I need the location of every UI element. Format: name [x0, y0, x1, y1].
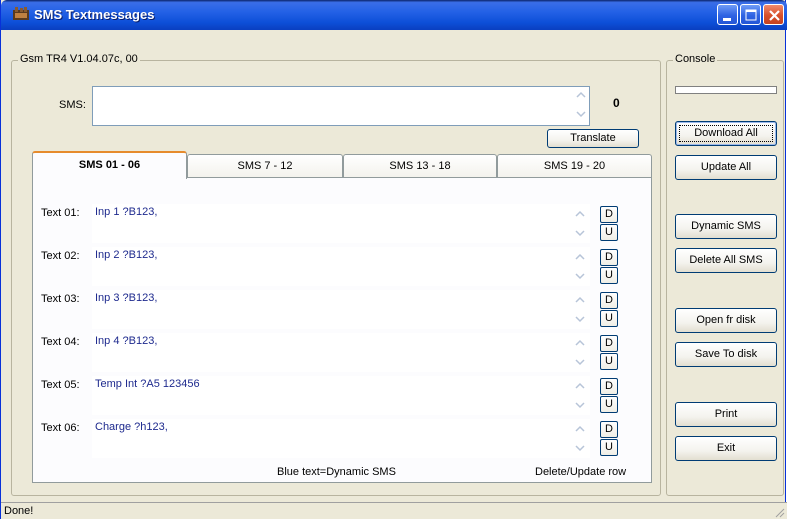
- focus-indicator: [679, 125, 773, 142]
- text-04-update-button[interactable]: U: [600, 353, 618, 370]
- row-buttons-note: Delete/Update row: [535, 466, 627, 478]
- text-06-scroll-down[interactable]: [572, 440, 588, 456]
- text-05-scroll-down[interactable]: [572, 397, 588, 413]
- exit-button[interactable]: Exit: [675, 436, 777, 461]
- text-03-input[interactable]: Inp 3 ?B123,: [92, 290, 590, 329]
- device-version-label: Gsm TR4 V1.04.07c, 00: [18, 53, 140, 65]
- chevron-down-icon: [575, 230, 585, 237]
- text-01-input[interactable]: Inp 1 ?B123,: [92, 204, 590, 243]
- dynamic-legend-note: Blue text=Dynamic SMS: [277, 466, 396, 478]
- text-04-label: Text 04:: [41, 336, 80, 348]
- title-bar[interactable]: SMS Textmessages: [1, 0, 787, 30]
- text-03-download-button[interactable]: D: [600, 292, 618, 309]
- minimize-button[interactable]: [717, 4, 738, 25]
- status-bar: Done!: [1, 502, 787, 519]
- chevron-up-icon: [575, 296, 585, 303]
- resize-grip-icon[interactable]: [773, 506, 785, 518]
- minimize-icon: [723, 18, 731, 21]
- text-03-label: Text 03:: [41, 293, 80, 305]
- text-01-scroll-down[interactable]: [572, 225, 588, 241]
- chevron-down-icon: [575, 316, 585, 323]
- console-progress-bar: [675, 86, 777, 94]
- text-05-value: Temp Int ?A5 123456: [95, 378, 200, 390]
- text-05-scroll-up[interactable]: [572, 378, 588, 394]
- text-06-update-button[interactable]: U: [600, 439, 618, 456]
- close-icon: [769, 10, 780, 21]
- chevron-up-icon: [575, 210, 585, 217]
- maximize-button[interactable]: [740, 4, 761, 25]
- text-03-value: Inp 3 ?B123,: [95, 292, 158, 304]
- print-button[interactable]: Print: [675, 402, 777, 427]
- app-icon: [13, 7, 29, 21]
- text-04-scroll-down[interactable]: [572, 354, 588, 370]
- chevron-down-icon: [576, 111, 586, 118]
- text-05-input[interactable]: Temp Int ?A5 123456: [92, 376, 590, 415]
- tab-sms-7-12[interactable]: SMS 7 - 12: [187, 154, 343, 178]
- text-05-label: Text 05:: [41, 379, 80, 391]
- chevron-down-icon: [575, 402, 585, 409]
- sms-window: SMS Textmessages Gsm TR4 V1.04.07c, 00 S…: [0, 0, 787, 519]
- text-02-input[interactable]: Inp 2 ?B123,: [92, 247, 590, 286]
- text-02-value: Inp 2 ?B123,: [95, 249, 158, 261]
- chevron-down-icon: [575, 273, 585, 280]
- chevron-up-icon: [575, 253, 585, 260]
- sms-scroll-down[interactable]: [573, 106, 589, 122]
- text-06-download-button[interactable]: D: [600, 421, 618, 438]
- chevron-up-icon: [575, 382, 585, 389]
- text-02-label: Text 02:: [41, 250, 80, 262]
- close-button[interactable]: [763, 4, 784, 25]
- chevron-up-icon: [575, 425, 585, 432]
- text-04-scroll-up[interactable]: [572, 335, 588, 351]
- char-count: 0: [613, 96, 620, 110]
- text-06-input[interactable]: Charge ?h123,: [92, 419, 590, 458]
- translate-button[interactable]: Translate: [547, 129, 639, 148]
- tab-sms-13-18[interactable]: SMS 13 - 18: [343, 154, 497, 178]
- text-02-download-button[interactable]: D: [600, 249, 618, 266]
- text-03-scroll-up[interactable]: [572, 292, 588, 308]
- chevron-down-icon: [575, 359, 585, 366]
- text-02-scroll-down[interactable]: [572, 268, 588, 284]
- console-label: Console: [673, 53, 718, 65]
- text-02-update-button[interactable]: U: [600, 267, 618, 284]
- text-01-update-button[interactable]: U: [600, 224, 618, 241]
- chevron-down-icon: [575, 445, 585, 452]
- text-01-value: Inp 1 ?B123,: [95, 206, 158, 218]
- update-all-button[interactable]: Update All: [675, 155, 777, 180]
- text-06-value: Charge ?h123,: [95, 421, 168, 433]
- text-05-update-button[interactable]: U: [600, 396, 618, 413]
- text-02-scroll-up[interactable]: [572, 249, 588, 265]
- text-01-label: Text 01:: [41, 207, 80, 219]
- sms-scroll-up[interactable]: [573, 87, 589, 103]
- tab-sms-01-06[interactable]: SMS 01 - 06: [32, 151, 187, 179]
- status-text: Done!: [4, 505, 34, 517]
- open-from-disk-button[interactable]: Open fr disk: [675, 308, 777, 333]
- sms-label: SMS:: [59, 99, 86, 111]
- tab-sms-19-20[interactable]: SMS 19 - 20: [497, 154, 652, 178]
- text-04-value: Inp 4 ?B123,: [95, 335, 158, 347]
- text-04-download-button[interactable]: D: [600, 335, 618, 352]
- text-01-scroll-up[interactable]: [572, 206, 588, 222]
- text-06-label: Text 06:: [41, 422, 80, 434]
- text-05-download-button[interactable]: D: [600, 378, 618, 395]
- text-03-scroll-down[interactable]: [572, 311, 588, 327]
- save-to-disk-button[interactable]: Save To disk: [675, 342, 777, 367]
- chevron-up-icon: [576, 91, 586, 98]
- download-all-button[interactable]: Download All: [675, 121, 777, 146]
- text-06-scroll-up[interactable]: [572, 421, 588, 437]
- dynamic-sms-button[interactable]: Dynamic SMS: [675, 214, 777, 239]
- chevron-up-icon: [575, 339, 585, 346]
- delete-all-sms-button[interactable]: Delete All SMS: [675, 248, 777, 273]
- text-01-download-button[interactable]: D: [600, 206, 618, 223]
- maximize-icon: [745, 9, 757, 21]
- sms-input[interactable]: [92, 86, 590, 126]
- window-title: SMS Textmessages: [34, 7, 155, 22]
- text-04-input[interactable]: Inp 4 ?B123,: [92, 333, 590, 372]
- text-03-update-button[interactable]: U: [600, 310, 618, 327]
